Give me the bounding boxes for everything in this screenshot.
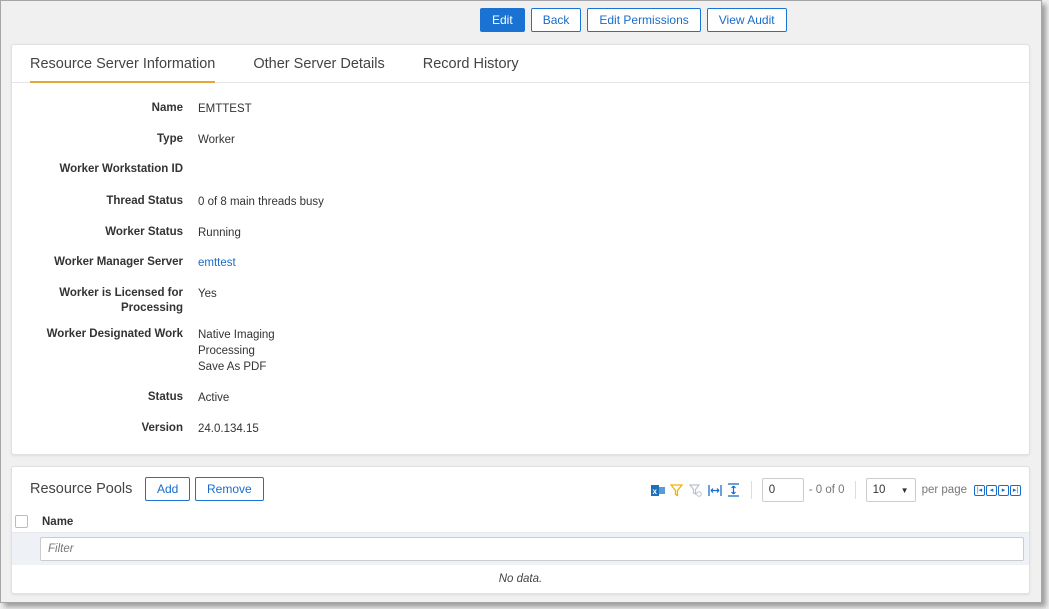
field-value: Worker (198, 134, 235, 146)
field-type: Type Worker (12, 132, 1012, 148)
field-value: 24.0.134.15 (198, 423, 259, 435)
field-label: Worker Designated Work (46, 328, 183, 340)
field-value: EMTTEST (198, 103, 252, 115)
page-number-input[interactable] (761, 478, 804, 502)
edit-permissions-button[interactable]: Edit Permissions (587, 8, 701, 32)
excel-export-icon[interactable]: x (650, 483, 665, 497)
page-count-text: - 0 of 0 (808, 484, 845, 496)
field-workstation-id: Worker Workstation ID (12, 162, 1012, 177)
field-value: 0 of 8 main threads busy (198, 196, 324, 208)
add-pool-button[interactable]: Add (145, 477, 191, 501)
field-label-line: Worker is Licensed for (59, 287, 183, 299)
tab-other-server-details[interactable]: Other Server Details (253, 45, 403, 82)
per-page-select[interactable]: 10 ▼ (865, 478, 916, 502)
remove-pool-button[interactable]: Remove (195, 477, 264, 501)
field-worker-status: Worker Status Running (12, 225, 1012, 241)
first-page-icon[interactable]: |◂ (974, 484, 985, 496)
field-value: Active (198, 392, 230, 404)
field-value-list: Native Imaging Processing Save As PDF (198, 327, 275, 375)
field-label: Status (147, 391, 183, 403)
name-filter-input[interactable] (40, 537, 1024, 561)
worker-manager-server-link[interactable]: emttest (198, 257, 236, 269)
field-label: Worker Workstation ID (59, 163, 183, 175)
designated-work-item: Native Imaging (198, 329, 275, 341)
per-page-value: 10 (872, 484, 886, 496)
view-audit-button[interactable]: View Audit (706, 8, 787, 32)
resource-server-info-card: Resource Server Information Other Server… (11, 44, 1030, 455)
per-page-label: per page (921, 484, 967, 496)
chevron-down-icon: ▼ (900, 485, 909, 495)
resource-pools-header: Resource Pools Add Remove x 0 - 0 of 0 1… (30, 477, 1021, 503)
prev-page-icon[interactable]: ◂ (986, 484, 997, 496)
field-worker-manager-server: Worker Manager Server emttest (12, 255, 1012, 271)
field-status: Status Active (12, 390, 1012, 406)
edit-button[interactable]: Edit (480, 8, 525, 32)
next-page-icon[interactable]: ▸ (998, 484, 1009, 496)
field-worker-designated-work: Worker Designated Work Native Imaging Pr… (12, 327, 1012, 375)
field-label: Worker is Licensed for Processing (12, 286, 183, 316)
field-label: Type (157, 133, 183, 145)
field-version: Version 24.0.134.15 (12, 421, 1012, 437)
column-header-name[interactable]: Name (42, 516, 73, 528)
clear-filter-icon[interactable] (689, 483, 703, 497)
field-value: Yes (198, 288, 217, 300)
field-value: Running (198, 227, 241, 239)
field-label: Thread Status (106, 195, 183, 207)
resource-pools-card: Resource Pools Add Remove x 0 - 0 of 0 1… (11, 466, 1030, 594)
field-label: Version (141, 422, 183, 434)
last-page-icon[interactable]: ▸| (1010, 484, 1021, 496)
field-label: Worker Status (105, 226, 183, 238)
back-button[interactable]: Back (530, 8, 582, 32)
toolbar-divider (750, 481, 752, 499)
designated-work-item: Processing (198, 345, 255, 357)
grid-filter-row (12, 533, 1029, 565)
window-frame: Edit Back Edit Permissions View Audit Re… (0, 0, 1042, 603)
tab-record-history[interactable]: Record History (423, 45, 538, 82)
filter-icon[interactable] (670, 483, 684, 497)
field-thread-status: Thread Status 0 of 8 main threads busy (12, 194, 1012, 210)
action-toolbar: Edit Back Edit Permissions View Audit (480, 8, 787, 32)
fit-columns-icon[interactable] (708, 483, 722, 497)
field-label: Name (151, 102, 183, 114)
designated-work-item: Save As PDF (198, 361, 267, 373)
resource-pools-title: Resource Pools (30, 481, 133, 497)
field-worker-licensed: Worker is Licensed for Processing Yes (12, 286, 1012, 316)
grid-toolbar: x - 0 of 0 10 (646, 477, 1021, 503)
toolbar-divider (854, 481, 856, 499)
select-all-checkbox[interactable] (15, 515, 28, 528)
row-height-icon[interactable] (727, 483, 741, 497)
field-name: Name EMTTEST (12, 101, 1012, 117)
grid-header-row: Name (12, 511, 1029, 533)
tab-bar: Resource Server Information Other Server… (12, 45, 1029, 83)
field-label-line: Processing (121, 302, 183, 314)
svg-text:x: x (652, 487, 657, 496)
tab-resource-server-information[interactable]: Resource Server Information (30, 45, 216, 83)
field-label: Worker Manager Server (54, 256, 183, 268)
empty-grid-message: No data. (498, 573, 543, 585)
